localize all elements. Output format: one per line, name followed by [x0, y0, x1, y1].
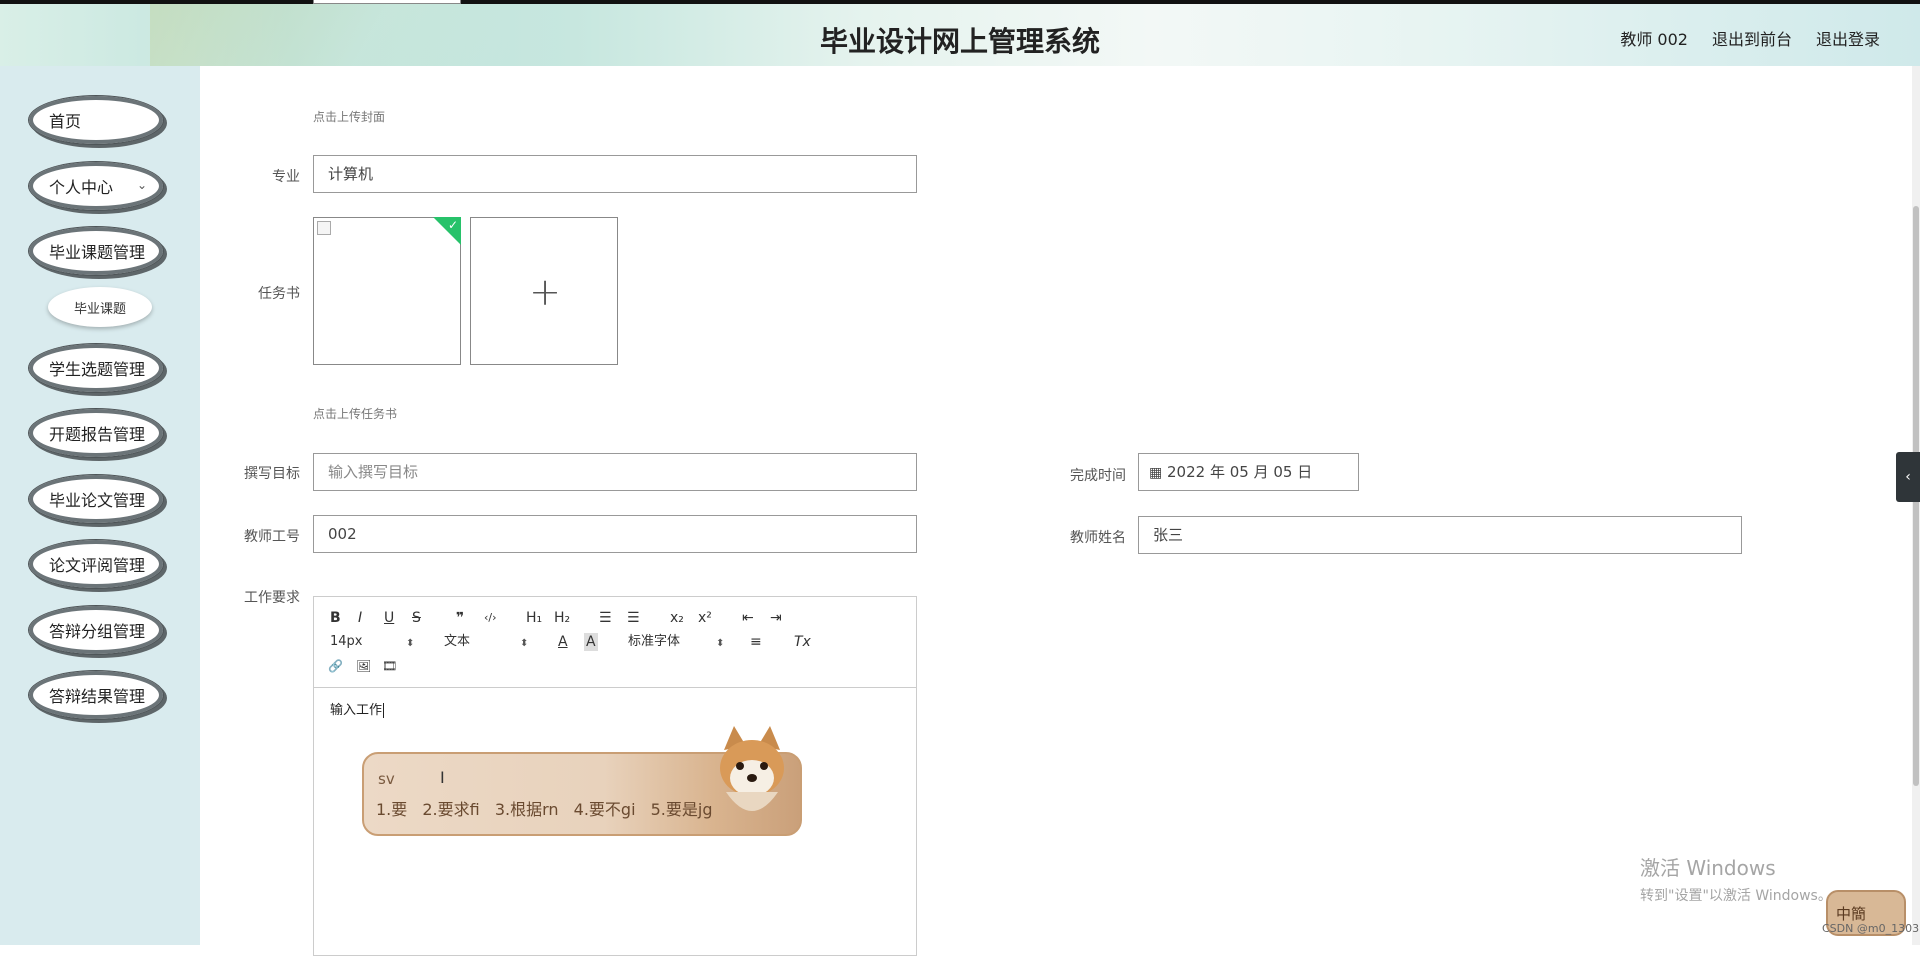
sidebar-item-student-selection[interactable]: 学生选题管理 [28, 343, 164, 393]
calendar-icon: ▦ [1149, 465, 1163, 481]
collapse-panel-button[interactable]: ‹ [1896, 452, 1920, 502]
superscript-button[interactable]: x² [698, 609, 712, 627]
quote-icon[interactable]: ❞ [456, 609, 464, 627]
task-label: 任务书 [258, 286, 300, 302]
clear-format-icon[interactable]: Tx [794, 633, 811, 651]
csdn-watermark: CSDN @m0_1303 [1822, 922, 1920, 935]
major-input[interactable]: 计算机 [313, 155, 917, 193]
sidebar-item-proposal-report[interactable]: 开题报告管理 [28, 408, 164, 458]
sidebar-subitem-topic[interactable]: 毕业课题 [48, 287, 152, 327]
bullet-list-icon[interactable]: ☰ [627, 609, 640, 627]
teacher-id-label: 教师工号 [244, 529, 300, 545]
select-arrow-icon: ⬍ [716, 638, 725, 649]
back-to-front-link[interactable]: 退出到前台 [1712, 26, 1792, 50]
user-nav: 教师 002 退出到前台 退出登录 [1620, 26, 1880, 50]
bold-button[interactable]: B [330, 609, 341, 627]
cover-upload-box-edge [313, 0, 461, 4]
sidebar-item-thesis[interactable]: 毕业论文管理 [28, 474, 164, 524]
sidebar: 首页 个人中心 ⌄ 毕业课题管理 毕业课题 学生选题管理 开题报告管理 毕业论文管… [0, 66, 200, 945]
teacher-name-input[interactable]: 张三 [1138, 516, 1742, 554]
ordered-list-icon[interactable]: ☰ [599, 609, 612, 627]
h1-button[interactable]: H₁ [526, 609, 542, 627]
h2-button[interactable]: H₂ [554, 609, 570, 627]
broken-image-icon [317, 221, 331, 235]
underline-button[interactable]: U [384, 609, 394, 627]
sidebar-item-personal-center[interactable]: 个人中心 ⌄ [28, 161, 164, 211]
work-requirement-label: 工作要求 [244, 590, 300, 606]
task-thumbnail[interactable]: ✓ [313, 217, 461, 365]
align-icon[interactable]: ≡ [750, 633, 762, 651]
text-cursor-icon: I [440, 768, 445, 787]
logout-link[interactable]: 退出登录 [1816, 26, 1880, 50]
strike-button[interactable]: S [412, 609, 421, 627]
ime-candidate-window: sv I 1.要 2.要求fi 3.根据rn 4.要不gi 5.要是jg [362, 726, 802, 836]
sidebar-item-defense-result[interactable]: 答辩结果管理 [28, 670, 164, 720]
background-color-icon[interactable]: A [584, 633, 598, 651]
select-arrow-icon: ⬍ [406, 638, 415, 649]
sidebar-item-topic-management[interactable]: 毕业课题管理 [28, 226, 164, 276]
check-icon: ✓ [447, 218, 458, 232]
teacher-id-input[interactable]: 002 [313, 515, 917, 553]
major-label: 专业 [272, 169, 300, 185]
font-family-select[interactable]: 标准字体 [628, 633, 680, 651]
teacher-name-label: 教师姓名 [1070, 530, 1126, 546]
ime-candidate[interactable]: 1.要 [376, 800, 407, 819]
cover-upload-hint: 点击上传封面 [313, 110, 386, 124]
ime-candidate[interactable]: 2.要求fi [422, 800, 479, 819]
font-size-select[interactable]: 14px [330, 633, 363, 651]
user-label[interactable]: 教师 002 [1620, 26, 1688, 50]
sidebar-item-defense-group[interactable]: 答辩分组管理 [28, 605, 164, 655]
shiba-dog-icon [720, 726, 784, 811]
code-icon[interactable]: ‹/› [484, 609, 497, 627]
ime-composition: sv [378, 770, 395, 788]
select-arrow-icon: ⬍ [520, 638, 529, 649]
ime-candidate[interactable]: 3.根据rn [495, 800, 559, 819]
video-icon[interactable]: 🎞 [382, 657, 397, 675]
task-upload-button[interactable]: + [470, 217, 618, 365]
subscript-button[interactable]: x₂ [670, 609, 684, 627]
text-cursor [383, 703, 385, 718]
editor-toolbar: B I U S ❞ ‹/› H₁ H₂ ☰ ☰ x₂ x² ⇤ ⇥ 14px ⬍… [314, 597, 916, 688]
outdent-icon[interactable]: ⇤ [742, 609, 754, 627]
italic-button[interactable]: I [358, 609, 362, 627]
goal-input[interactable]: 输入撰写目标 [313, 453, 917, 491]
chevron-down-icon: ⌄ [136, 178, 147, 192]
font-color-icon[interactable]: A [558, 633, 568, 651]
ime-candidate-list: 1.要 2.要求fi 3.根据rn 4.要不gi 5.要是jg [376, 796, 722, 820]
windows-activation-watermark: 激活 Windows 转到"设置"以激活 Windows。 [1640, 856, 1832, 904]
goal-label: 撰写目标 [244, 466, 300, 482]
sidebar-item-home[interactable]: 首页 [28, 95, 164, 145]
editor-content[interactable]: 输入工作 [330, 699, 385, 718]
task-upload-hint: 点击上传任务书 [313, 407, 398, 421]
finish-time-input[interactable]: ▦ 2022 年 05 月 05 日 [1138, 453, 1359, 491]
header: 毕业设计网上管理系统 教师 002 退出到前台 退出登录 [0, 4, 1920, 66]
indent-icon[interactable]: ⇥ [770, 609, 782, 627]
finish-time-label: 完成时间 [1070, 468, 1126, 484]
ime-candidate[interactable]: 4.要不gi [574, 800, 636, 819]
link-icon[interactable]: 🔗 [328, 657, 343, 675]
plus-icon: + [529, 270, 561, 314]
text-format-select[interactable]: 文本 [444, 633, 470, 651]
sidebar-item-review[interactable]: 论文评阅管理 [28, 539, 164, 589]
image-icon[interactable]: 🖼 [356, 657, 371, 675]
